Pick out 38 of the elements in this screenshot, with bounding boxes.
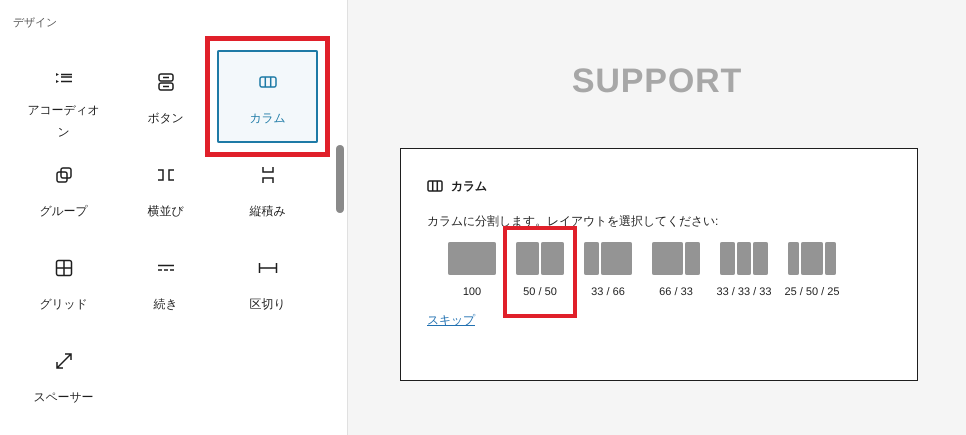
layout-option[interactable]: 25 / 50 / 25 bbox=[784, 242, 840, 300]
vertical-brackets-icon bbox=[260, 166, 274, 184]
block-tile[interactable]: 続き bbox=[115, 236, 216, 329]
layout-option[interactable]: 33 / 33 / 33 bbox=[716, 242, 772, 300]
layout-preview bbox=[448, 242, 496, 275]
block-tile[interactable]: 横並び bbox=[115, 143, 216, 236]
layout-preview bbox=[652, 242, 700, 275]
skip-link[interactable]: スキップ bbox=[427, 310, 475, 328]
list-icon bbox=[54, 71, 72, 85]
layout-preview bbox=[720, 242, 768, 275]
horizontal-brackets-icon bbox=[156, 168, 174, 182]
layout-option[interactable]: 100 bbox=[448, 242, 496, 300]
overlapping-squares-icon bbox=[54, 166, 72, 184]
columns-icon bbox=[258, 75, 276, 89]
block-tile[interactable]: グループ bbox=[13, 143, 114, 236]
block-tile[interactable]: スペーサー bbox=[13, 329, 114, 422]
separator-icon bbox=[258, 262, 278, 274]
layout-option[interactable]: 66 / 33 bbox=[652, 242, 700, 300]
block-tile[interactable]: 縦積み bbox=[217, 143, 318, 236]
block-tile[interactable]: 区切り bbox=[217, 236, 318, 329]
layout-preview bbox=[788, 242, 836, 275]
columns-icon bbox=[427, 180, 443, 192]
category-heading: デザイン bbox=[13, 16, 57, 31]
dashed-lines-icon bbox=[156, 264, 174, 272]
block-tile[interactable]: カラム bbox=[217, 50, 318, 143]
layout-option[interactable]: 33 / 66 bbox=[584, 242, 632, 300]
block-tile[interactable]: ボタン bbox=[115, 50, 216, 143]
layout-preview bbox=[584, 242, 632, 275]
page-heading: SUPPORT bbox=[570, 61, 744, 102]
layout-preview bbox=[516, 242, 564, 275]
layout-option[interactable]: 50 / 50 bbox=[516, 242, 564, 300]
grid-icon bbox=[54, 259, 72, 277]
scrollbar[interactable] bbox=[336, 145, 344, 213]
diagonal-arrow-icon bbox=[54, 352, 72, 370]
placeholder-title: カラム bbox=[451, 178, 487, 195]
button-stack-icon bbox=[158, 73, 174, 91]
block-tile[interactable]: グリッド bbox=[13, 236, 114, 329]
block-tile[interactable]: アコーディオン bbox=[13, 50, 114, 143]
